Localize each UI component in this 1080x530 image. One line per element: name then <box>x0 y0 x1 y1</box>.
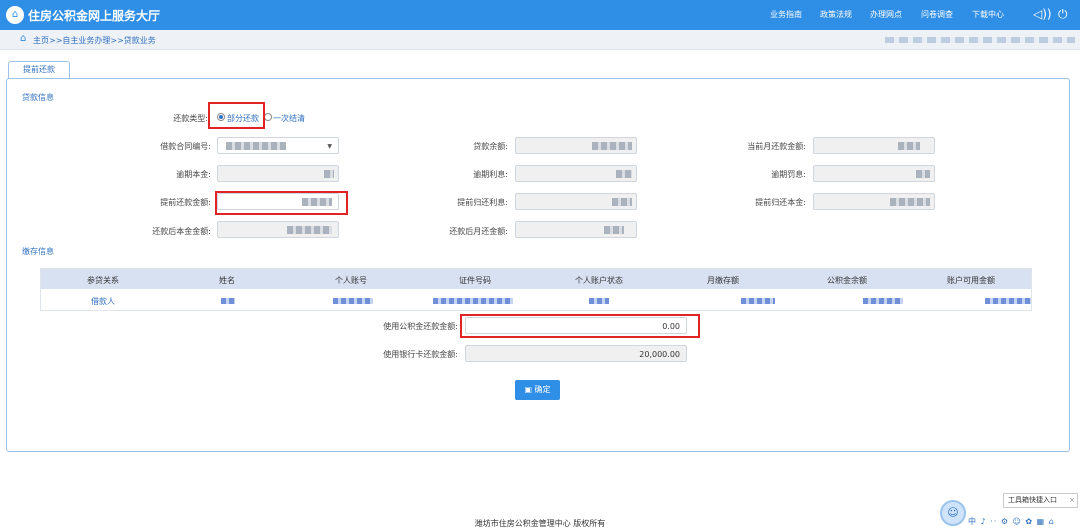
prepay-principal-label: 提前归还本金: <box>755 198 806 207</box>
cell-balance-redacted <box>863 298 903 304</box>
chevron-down-icon: ▼ <box>327 143 332 150</box>
footer-copyright: 潍坊市住房公积金管理中心 版权所有 <box>474 519 606 528</box>
nav-outlets[interactable]: 办理网点 <box>870 9 902 20</box>
loan-balance-label: 贷款余额: <box>473 142 508 151</box>
principal-after-label: 还款后本金金额: <box>152 227 211 236</box>
cell-relation: 借款人 <box>91 297 115 306</box>
overdue-interest-label: 逾期利息: <box>473 170 508 179</box>
top-header: ⌂ 住房公积金网上服务大厅 业务指南 政策法规 办理网点 问卷调查 下载中心 ◁… <box>0 0 1080 30</box>
breadcrumb[interactable]: 主页>>自主业务办理>>贷款业务 <box>33 35 156 46</box>
highlight-fund-repay <box>460 314 700 338</box>
nav-business-guide[interactable]: 业务指南 <box>770 9 802 20</box>
cell-monthly-redacted <box>741 298 775 304</box>
confirm-label: 确定 <box>534 385 551 394</box>
bank-repay-label: 使用银行卡还款金额: <box>383 350 458 359</box>
cell-available-redacted <box>985 298 1031 304</box>
nav-download[interactable]: 下载中心 <box>972 9 1004 20</box>
overdue-interest-field <box>515 165 637 182</box>
contract-no-label: 借款合同编号: <box>160 142 211 151</box>
toolbox-label: 工具箱快捷入口 <box>1008 496 1057 504</box>
cell-status-redacted <box>589 298 609 304</box>
volume-icon[interactable]: ◁)) <box>1033 7 1052 21</box>
bank-repay-value: 20,000.00 <box>639 350 680 359</box>
overdue-penalty-field <box>813 165 935 182</box>
tab-prepayment[interactable]: 提前还款 <box>8 61 70 79</box>
overdue-principal-label: 逾期本金: <box>176 170 211 179</box>
monthly-after-label: 还款后月还金额: <box>449 227 508 236</box>
save-icon: ▣ <box>524 385 532 394</box>
prepay-interest-field <box>515 193 637 210</box>
monthly-after-field <box>515 221 637 238</box>
site-title: 住房公积金网上服务大厅 <box>28 9 161 23</box>
highlight-prepay-amount <box>215 191 348 215</box>
user-info-redacted <box>885 37 1075 43</box>
prepay-amount-label: 提前还款金额: <box>160 198 211 207</box>
nav-policy[interactable]: 政策法规 <box>820 9 852 20</box>
prepay-principal-field <box>813 193 935 210</box>
radio-full-repay[interactable] <box>264 113 272 121</box>
repay-type-label: 还款类型: <box>173 114 208 123</box>
bank-repay-field: 20,000.00 <box>465 345 687 362</box>
nav-survey[interactable]: 问卷调查 <box>921 9 953 20</box>
ime-tray-icons[interactable]: 中 ♪ ·· ⚙ ☺ ✿ ▦ ⌂ <box>968 516 1055 527</box>
col-relation: 参贷关系 <box>87 276 119 285</box>
current-month-due-field <box>813 137 935 154</box>
highlight-repay-type <box>208 102 265 129</box>
principal-after-field <box>217 221 339 238</box>
col-name: 姓名 <box>219 276 235 285</box>
overdue-principal-field <box>217 165 339 182</box>
toolbox-shortcut[interactable]: 工具箱快捷入口 × <box>1003 493 1078 508</box>
col-available-amount: 账户可用金额 <box>947 276 995 285</box>
col-account-status: 个人账户状态 <box>575 276 623 285</box>
current-month-due-label: 当前月还款金额: <box>747 142 806 151</box>
logo-icon: ⌂ <box>6 6 24 24</box>
col-monthly-deposit: 月缴存额 <box>707 276 739 285</box>
assistant-avatar-icon[interactable]: ☺ <box>940 500 966 526</box>
home-icon[interactable]: ⌂ <box>20 33 26 44</box>
confirm-button[interactable]: ▣ 确定 <box>515 380 560 400</box>
col-id-number: 证件号码 <box>459 276 491 285</box>
col-fund-balance: 公积金余额 <box>827 276 867 285</box>
cell-account-redacted <box>333 298 373 304</box>
breadcrumb-bar: ⌂ 主页>>自主业务办理>>贷款业务 <box>0 30 1080 50</box>
loan-balance-field <box>515 137 637 154</box>
deposit-table: 参贷关系 姓名 个人账号 证件号码 个人账户状态 月缴存额 公积金余额 账户可用… <box>40 268 1032 311</box>
cell-id-redacted <box>433 298 513 304</box>
close-icon[interactable]: × <box>1069 494 1075 507</box>
col-account: 个人账号 <box>335 276 367 285</box>
loan-info-title: 贷款信息 <box>22 93 54 102</box>
fund-repay-label: 使用公积金还款金额: <box>383 322 458 331</box>
power-icon[interactable]: ⏻ <box>1058 7 1068 22</box>
deposit-info-title: 缴存信息 <box>22 247 54 256</box>
radio-full-label[interactable]: 一次结清 <box>273 113 305 124</box>
cell-name-redacted <box>221 298 235 304</box>
contract-no-select[interactable]: ▼ <box>217 137 339 154</box>
overdue-penalty-label: 逾期罚息: <box>771 170 806 179</box>
prepay-interest-label: 提前归还利息: <box>457 198 508 207</box>
